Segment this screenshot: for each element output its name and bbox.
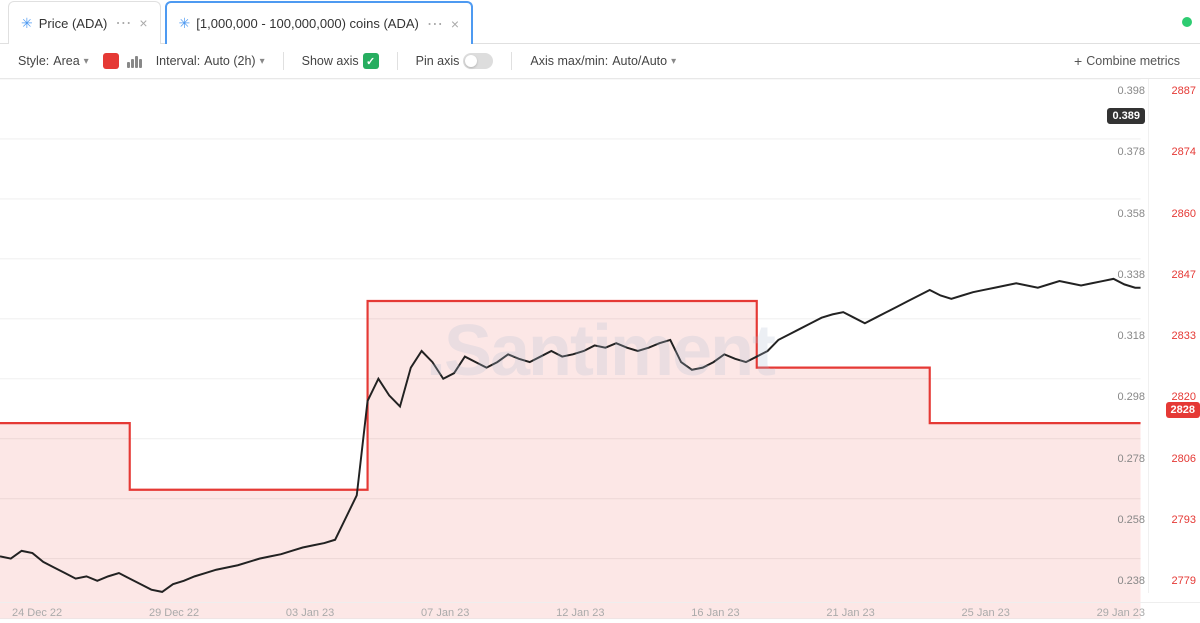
price-value-badge: 0.389 [1107, 108, 1145, 124]
x-label-5: 16 Jan 23 [691, 607, 739, 619]
tab-price-ada[interactable]: ✳ Price (ADA) ⋯ × [8, 1, 161, 44]
tab-price-close-icon[interactable]: × [139, 15, 147, 31]
current-price-badge: 0.389 [1107, 106, 1145, 124]
color-picker[interactable] [103, 53, 119, 69]
tab-price-options-icon[interactable]: ⋯ [115, 13, 131, 33]
y-axis-left: 0.398 0.378 0.358 0.338 0.318 0.298 0.27… [1090, 79, 1145, 593]
x-label-2: 03 Jan 23 [286, 607, 334, 619]
style-selector[interactable]: Style: Area ▾ [12, 51, 95, 71]
combine-metrics-button[interactable]: + Combine metrics [1066, 50, 1188, 72]
y-label-2: 0.358 [1117, 208, 1145, 220]
tab-coins-options-icon[interactable]: ⋯ [427, 14, 443, 34]
tab-bar: ✳ Price (ADA) ⋯ × ✳ [1,000,000 - 100,000… [0, 0, 1200, 44]
axis-maxmin-label: Axis max/min: [530, 54, 608, 68]
y-right-label-3: 2847 [1172, 269, 1196, 281]
y-right-label-6: 2806 [1172, 453, 1196, 465]
y-label-4: 0.318 [1117, 330, 1145, 342]
interval-chart-icon [127, 54, 142, 68]
style-chevron-icon: ▾ [84, 56, 89, 67]
separator-2 [397, 52, 398, 70]
y-label-3: 0.338 [1117, 269, 1145, 281]
y-label-7: 0.258 [1117, 514, 1145, 526]
axis-maxmin-selector[interactable]: Axis max/min: Auto/Auto ▾ [524, 51, 682, 71]
chart-area: .Santiment 0.398 [0, 79, 1200, 623]
separator-1 [283, 52, 284, 70]
tab-coins-snowflake-icon: ✳ [179, 15, 191, 32]
combine-metrics-label: Combine metrics [1086, 54, 1180, 68]
x-label-3: 07 Jan 23 [421, 607, 469, 619]
tab-coins-close-icon[interactable]: × [451, 16, 459, 32]
coins-value-badge: 2828 [1166, 402, 1200, 418]
y-label-0: 0.398 [1117, 85, 1145, 97]
x-label-7: 25 Jan 23 [962, 607, 1010, 619]
tab-snowflake-icon: ✳ [21, 15, 33, 32]
interval-label: Interval: [156, 54, 200, 68]
y-right-label-8: 2779 [1172, 575, 1196, 587]
main-container: ✳ Price (ADA) ⋯ × ✳ [1,000,000 - 100,000… [0, 0, 1200, 623]
y-right-label-7: 2793 [1172, 514, 1196, 526]
x-label-6: 21 Jan 23 [826, 607, 874, 619]
interval-selector[interactable]: Interval: Auto (2h) ▾ [150, 51, 271, 71]
pin-axis-toggle[interactable] [463, 53, 493, 69]
y-right-label-1: 2874 [1172, 146, 1196, 158]
show-axis-label: Show axis [302, 54, 359, 68]
y-label-8: 0.238 [1117, 575, 1145, 587]
tab-coins-ada[interactable]: ✳ [1,000,000 - 100,000,000) coins (ADA) … [165, 1, 474, 44]
separator-3 [511, 52, 512, 70]
y-label-6: 0.278 [1117, 453, 1145, 465]
y-right-label-2: 2860 [1172, 208, 1196, 220]
tab-coins-ada-label: [1,000,000 - 100,000,000) coins (ADA) [196, 16, 419, 31]
y-label-1: 0.378 [1117, 146, 1145, 158]
current-coins-badge: 2828 [1166, 400, 1200, 418]
toolbar: Style: Area ▾ Interval: Auto (2h) ▾ Show… [0, 44, 1200, 79]
tab-price-ada-label: Price (ADA) [39, 16, 108, 31]
x-label-0: 24 Dec 22 [12, 607, 62, 619]
x-label-1: 29 Dec 22 [149, 607, 199, 619]
status-indicator [1182, 17, 1192, 27]
pin-axis-label: Pin axis [416, 54, 460, 68]
axis-maxmin-value: Auto/Auto [612, 54, 667, 68]
axis-maxmin-chevron-icon: ▾ [671, 56, 676, 67]
style-label: Style: [18, 54, 49, 68]
y-right-label-0: 2887 [1172, 85, 1196, 97]
pin-axis-control[interactable]: Pin axis [410, 50, 500, 72]
y-axis-right: 2887 2874 2860 2847 2833 2820 2806 2793 … [1148, 79, 1200, 593]
y-right-label-4: 2833 [1172, 330, 1196, 342]
show-axis-checkbox[interactable]: ✓ [363, 53, 379, 69]
x-label-4: 12 Jan 23 [556, 607, 604, 619]
style-value: Area [53, 54, 79, 68]
y-label-5: 0.298 [1117, 391, 1145, 403]
x-axis: 24 Dec 22 29 Dec 22 03 Jan 23 07 Jan 23 … [0, 602, 1200, 623]
chart-svg [0, 79, 1200, 623]
interval-chevron-icon: ▾ [260, 56, 265, 67]
interval-value: Auto (2h) [204, 54, 255, 68]
combine-plus-icon: + [1074, 53, 1082, 69]
show-axis-control[interactable]: Show axis ✓ [296, 50, 385, 72]
x-label-8: 29 Jan 23 [1097, 607, 1145, 619]
